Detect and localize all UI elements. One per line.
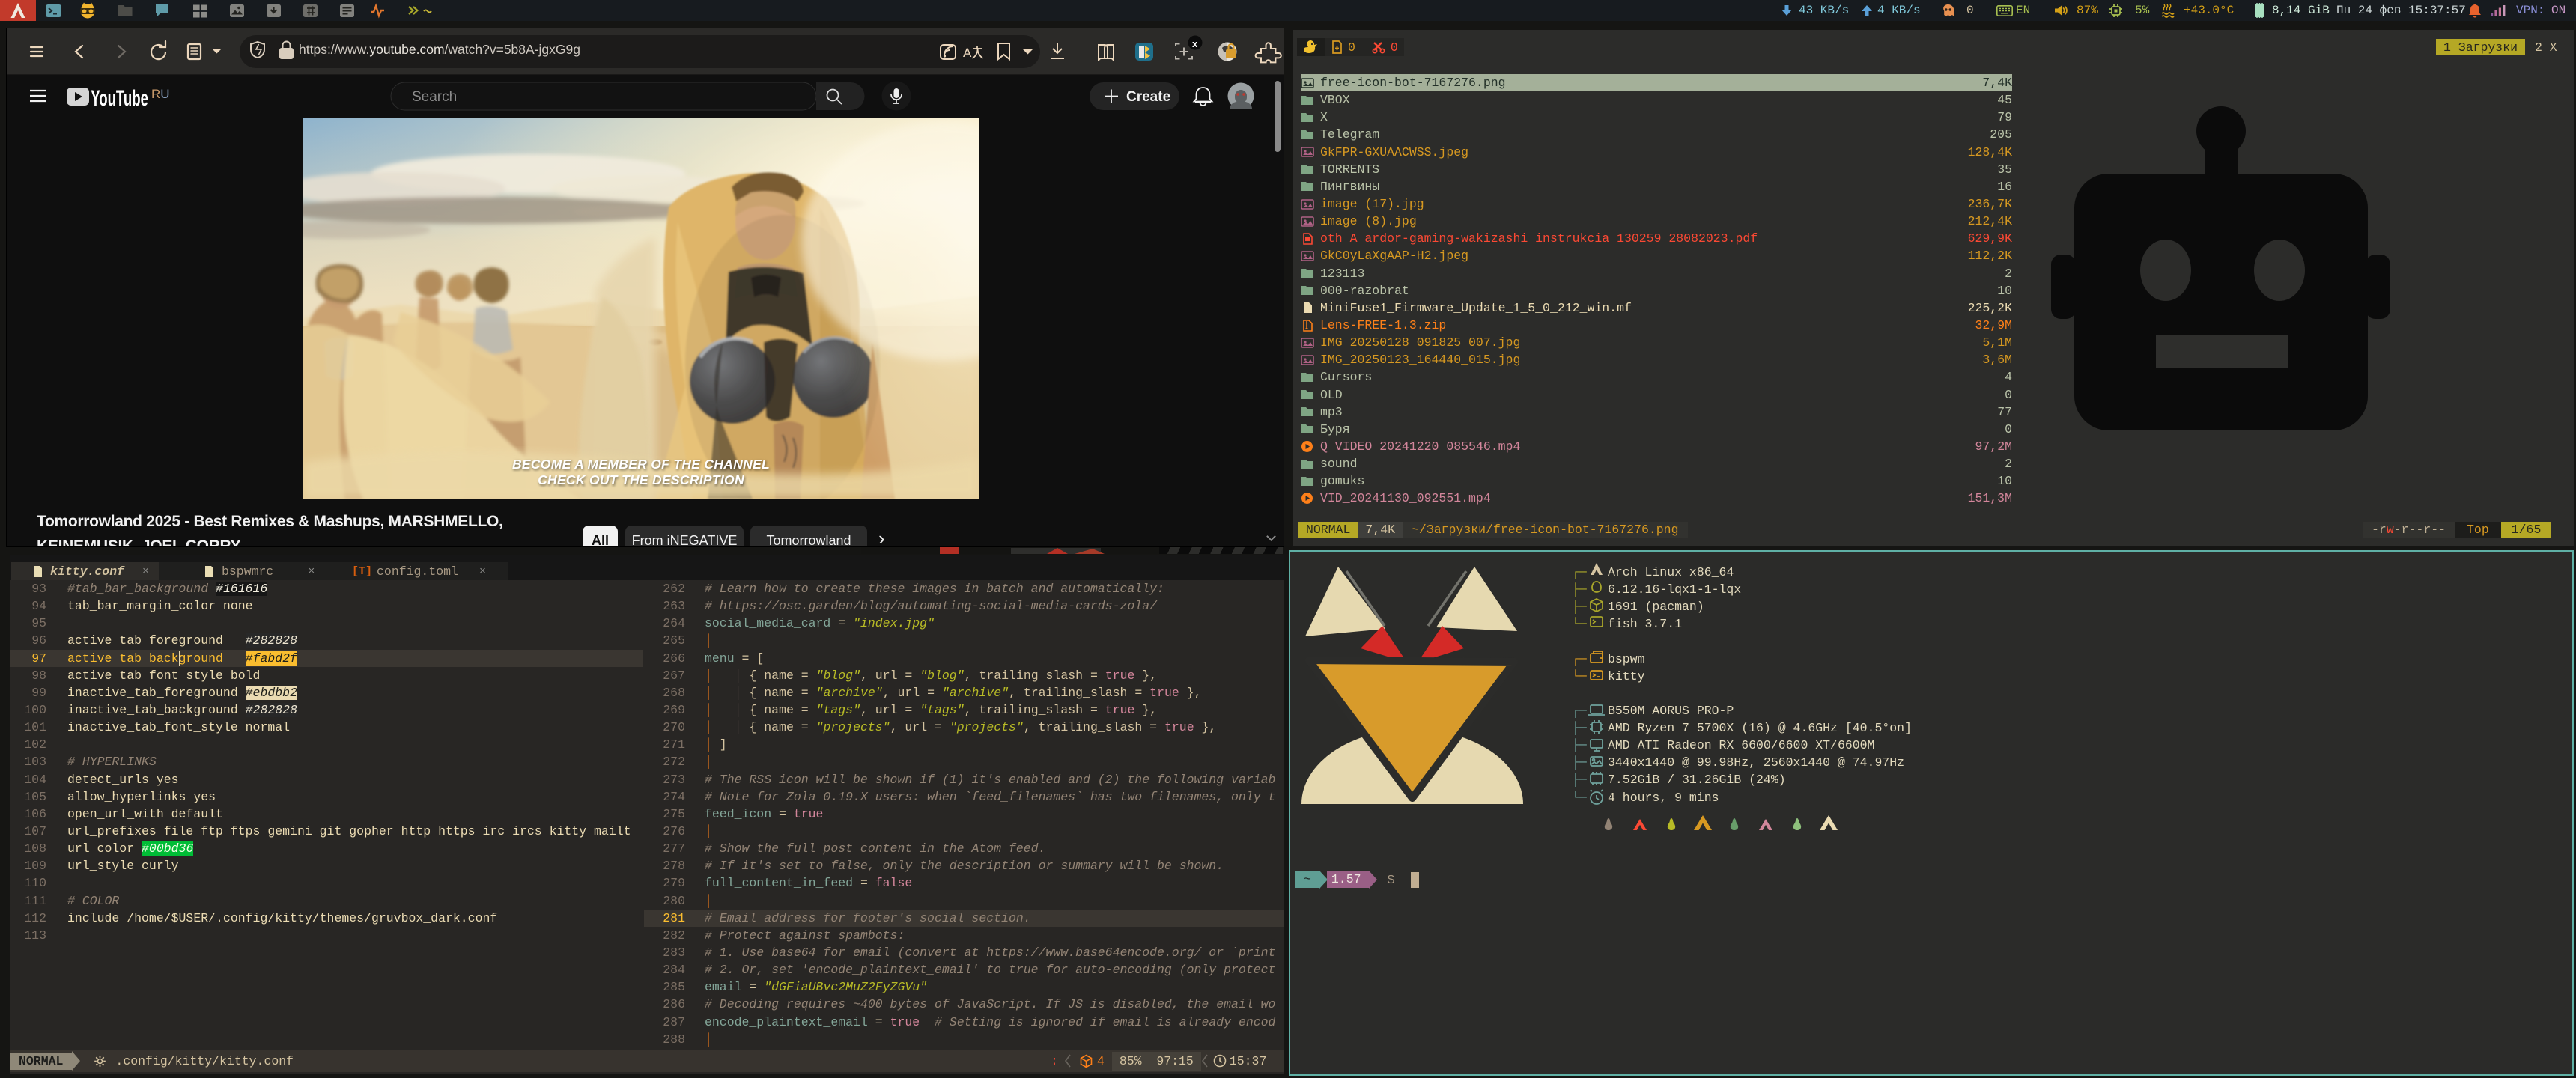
svg-text:YouTube: YouTube	[91, 86, 148, 112]
svg-text:RU: RU	[151, 87, 170, 101]
svg-text:A: A	[963, 46, 972, 60]
svg-text:x: x	[1192, 38, 1198, 49]
svg-text:Search: Search	[412, 89, 457, 105]
svg-text:Create: Create	[1126, 89, 1170, 105]
